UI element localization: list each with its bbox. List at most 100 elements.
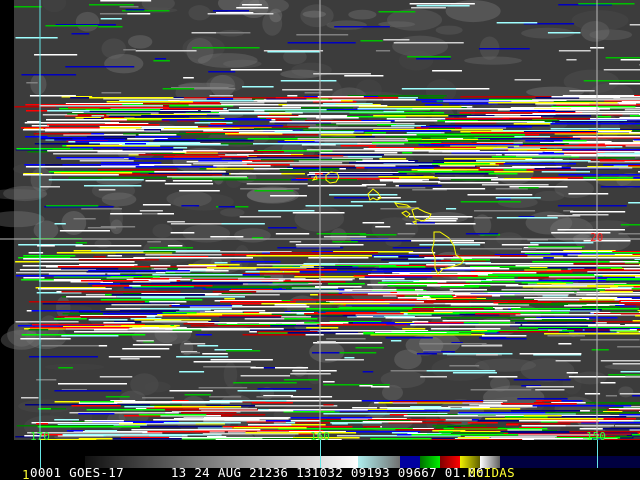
noise-stripe xyxy=(411,434,519,436)
noise-stripe xyxy=(329,271,395,273)
cloud-patch xyxy=(44,363,105,371)
noise-stripe xyxy=(123,49,136,51)
noise-stripe xyxy=(278,138,408,140)
noise-stripe xyxy=(150,265,171,267)
noise-stripe xyxy=(192,47,260,49)
noise-stripe xyxy=(438,182,499,184)
noise-stripe xyxy=(287,42,356,44)
noise-stripe xyxy=(513,379,571,381)
noise-stripe xyxy=(176,356,229,358)
noise-stripe xyxy=(424,104,443,106)
noise-stripe xyxy=(257,116,347,118)
noise-stripe xyxy=(33,133,92,135)
noise-stripe xyxy=(530,242,594,244)
noise-stripe xyxy=(292,212,345,214)
noise-stripe xyxy=(98,189,116,191)
noise-stripe xyxy=(308,127,415,129)
noise-stripe xyxy=(121,325,171,327)
noise-stripe xyxy=(624,109,640,111)
noise-stripe xyxy=(418,255,528,257)
noise-stripe xyxy=(508,149,563,151)
noise-stripe xyxy=(570,167,633,169)
noise-stripe xyxy=(195,334,212,336)
noise-stripe xyxy=(632,130,640,132)
noise-stripe xyxy=(268,227,297,229)
noise-stripe xyxy=(57,266,149,268)
noise-stripe xyxy=(514,79,541,81)
noise-stripe xyxy=(397,233,416,235)
noise-stripe xyxy=(329,301,425,303)
noise-stripe xyxy=(488,102,618,104)
noise-stripe xyxy=(198,387,248,389)
noise-stripe xyxy=(72,129,109,131)
noise-stripe xyxy=(65,66,135,68)
noise-stripe xyxy=(21,74,77,76)
noise-stripe xyxy=(154,58,167,60)
noise-stripe xyxy=(20,338,71,340)
noise-stripe xyxy=(416,58,451,60)
cloud-patch xyxy=(104,54,144,74)
noise-stripe xyxy=(334,26,390,28)
cloud-patch xyxy=(94,239,112,249)
noise-stripe xyxy=(541,319,587,321)
noise-stripe xyxy=(605,57,640,59)
noise-stripe xyxy=(470,132,598,134)
noise-stripe xyxy=(91,115,105,117)
noise-stripe xyxy=(29,356,98,358)
noise-stripe xyxy=(523,248,537,250)
noise-stripe xyxy=(620,224,640,226)
noise-stripe xyxy=(575,111,640,113)
noise-stripe xyxy=(86,271,156,273)
noise-stripe xyxy=(547,267,598,269)
noise-stripe xyxy=(452,242,485,244)
cloud-patch xyxy=(554,179,594,199)
noise-stripe xyxy=(598,255,640,257)
noise-stripe xyxy=(363,333,472,335)
noise-stripe xyxy=(419,280,482,282)
noise-stripe xyxy=(350,201,417,203)
noise-stripe xyxy=(523,415,562,417)
noise-stripe xyxy=(54,419,79,421)
noise-stripe xyxy=(97,151,187,153)
noise-stripe xyxy=(24,164,140,166)
noise-stripe xyxy=(284,379,319,381)
noise-stripe xyxy=(632,395,640,397)
noise-stripe xyxy=(432,188,486,190)
noise-stripe xyxy=(478,138,581,140)
noise-stripe xyxy=(14,6,42,8)
noise-stripe xyxy=(197,345,219,347)
noise-stripe xyxy=(367,293,471,295)
noise-stripe xyxy=(532,113,640,115)
noise-stripe xyxy=(210,359,273,361)
noise-stripe xyxy=(581,252,640,254)
noise-stripe xyxy=(22,129,38,131)
noise-stripe xyxy=(275,233,310,235)
noise-stripe xyxy=(344,75,384,77)
noise-stripe xyxy=(419,244,481,246)
noise-stripe xyxy=(375,226,391,228)
noise-stripe xyxy=(50,408,67,410)
noise-stripe xyxy=(548,276,595,278)
noise-stripe xyxy=(547,335,585,337)
cloud-patch xyxy=(101,192,137,207)
noise-stripe xyxy=(116,296,245,298)
noise-stripe xyxy=(89,97,174,99)
noise-stripe xyxy=(595,179,640,181)
noise-stripe xyxy=(514,294,569,296)
noise-stripe xyxy=(70,147,174,149)
noise-stripe xyxy=(258,210,315,212)
noise-stripe xyxy=(359,234,397,236)
noise-stripe xyxy=(383,39,410,41)
noise-stripe xyxy=(252,237,264,239)
noise-stripe xyxy=(111,294,205,296)
noise-stripe xyxy=(597,157,635,159)
noise-stripe xyxy=(120,358,140,360)
noise-stripe xyxy=(290,373,331,375)
noise-stripe xyxy=(544,333,640,335)
noise-stripe xyxy=(73,218,96,220)
noise-stripe xyxy=(605,395,618,397)
noise-stripe xyxy=(472,274,595,276)
noise-stripe xyxy=(134,319,212,321)
cloud-patch xyxy=(234,228,271,243)
noise-stripe xyxy=(100,299,203,301)
